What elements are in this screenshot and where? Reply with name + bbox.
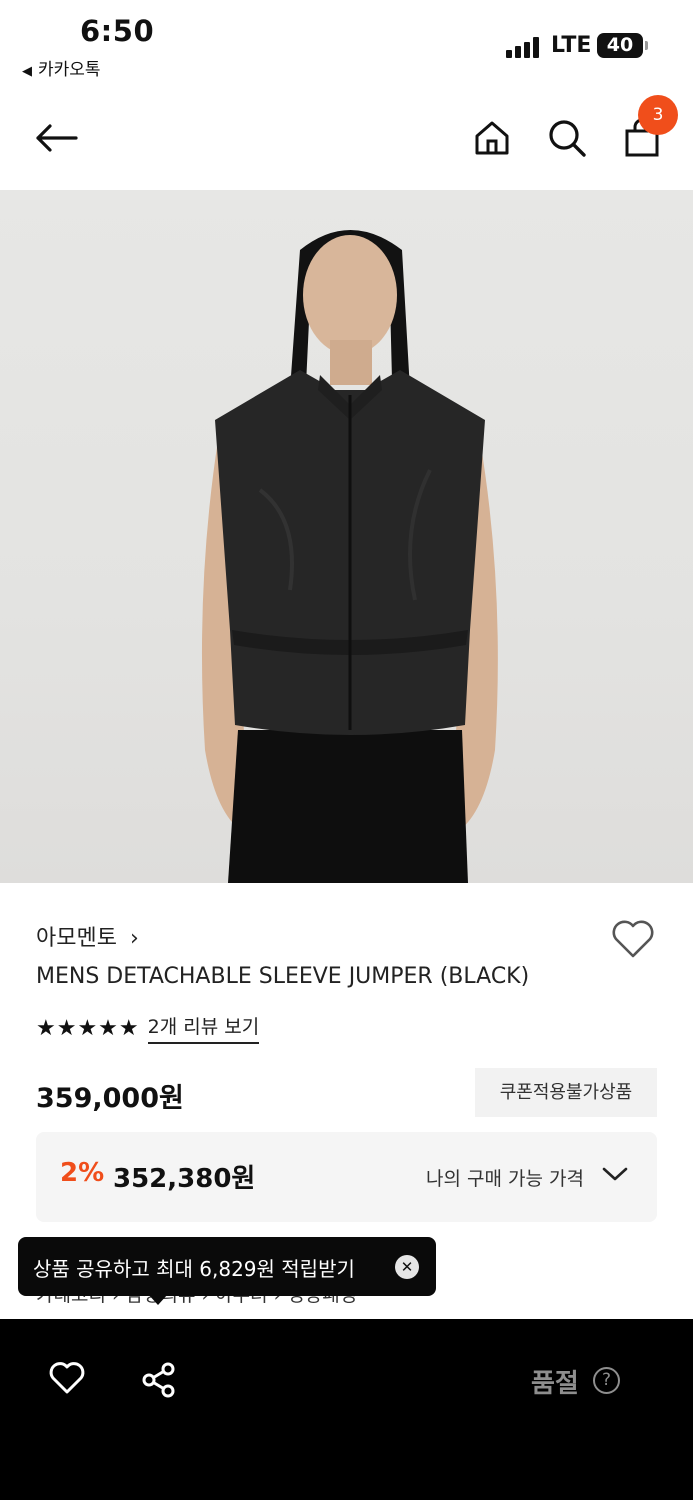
share-icon bbox=[142, 1362, 175, 1398]
brand-link[interactable]: 아모멘토 › bbox=[36, 920, 139, 952]
home-button[interactable] bbox=[464, 110, 520, 166]
search-button[interactable] bbox=[539, 110, 595, 166]
chevron-right-icon: › bbox=[129, 926, 139, 951]
top-nav bbox=[0, 92, 693, 188]
share-reward-tooltip: 상품 공유하고 최대 6,829원 적립받기 ✕ bbox=[18, 1237, 436, 1296]
my-price: 352,380원 bbox=[113, 1164, 256, 1194]
product-name: MENS DETACHABLE SLEEVE JUMPER (BLACK) bbox=[36, 964, 530, 989]
status-time: 6:50 bbox=[80, 14, 155, 48]
star-rating-icon: ★★★★★ bbox=[36, 1015, 140, 1041]
soldout-label: 품절 bbox=[531, 1369, 579, 1399]
back-button[interactable] bbox=[28, 110, 84, 166]
home-icon bbox=[475, 121, 509, 155]
share-button[interactable] bbox=[140, 1361, 178, 1403]
status-bar: 6:50 ◀ 카카오톡 LTE 40 bbox=[0, 0, 693, 90]
product-photo bbox=[201, 230, 498, 883]
search-icon bbox=[549, 120, 586, 157]
product-price: 359,000원 bbox=[36, 1083, 184, 1114]
heart-icon bbox=[49, 1362, 85, 1394]
chevron-down-icon bbox=[602, 1167, 628, 1181]
close-icon[interactable]: ✕ bbox=[395, 1255, 419, 1279]
back-arrow-icon bbox=[36, 124, 78, 152]
coupon-badge: 쿠폰적용불가상품 bbox=[475, 1068, 657, 1117]
my-price-toggle[interactable]: 2% 352,380원 나의 구매 가능 가격 bbox=[36, 1132, 657, 1222]
brand-name: 아모멘토 bbox=[36, 926, 117, 951]
tooltip-text: 상품 공유하고 최대 6,829원 적립받기 bbox=[33, 1257, 355, 1281]
network-label: LTE bbox=[551, 33, 592, 58]
battery-icon: 40 bbox=[597, 33, 648, 58]
product-image[interactable] bbox=[0, 190, 693, 883]
wishlist-button[interactable] bbox=[610, 918, 656, 962]
bottom-wishlist-button[interactable] bbox=[48, 1361, 86, 1399]
bottom-action-bar: 품절 ? bbox=[0, 1319, 693, 1500]
discount-rate: 2% bbox=[60, 1158, 105, 1188]
review-link[interactable]: 2개 리뷰 보기 bbox=[147, 1012, 260, 1044]
battery-level: 40 bbox=[606, 34, 634, 56]
back-app-label: 카카오톡 bbox=[38, 60, 101, 80]
back-triangle-icon: ◀ bbox=[22, 64, 32, 79]
help-icon[interactable]: ? bbox=[593, 1367, 620, 1394]
signal-icon bbox=[506, 36, 544, 58]
my-price-label: 나의 구매 가능 가격 bbox=[426, 1168, 584, 1190]
heart-icon bbox=[612, 920, 654, 958]
cart-count-badge: 3 bbox=[638, 95, 678, 135]
back-to-app-link[interactable]: ◀ 카카오톡 bbox=[22, 55, 101, 80]
rating-row: ★★★★★ 2개 리뷰 보기 bbox=[36, 1012, 260, 1044]
tooltip-arrow bbox=[148, 1294, 168, 1305]
